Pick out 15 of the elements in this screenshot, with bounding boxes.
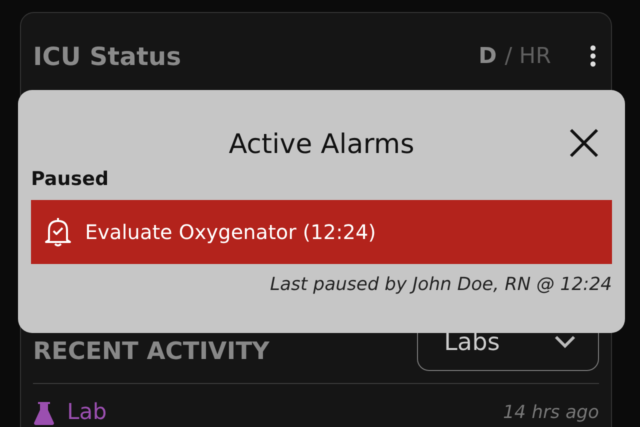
chevron-down-icon bbox=[554, 335, 576, 349]
card-title: ICU Status bbox=[33, 42, 182, 70]
pause-note: Last paused by John Doe, RN @ 12:24 bbox=[268, 274, 612, 295]
alarm-banner[interactable]: Evaluate Oxygenator (12:24) bbox=[31, 200, 612, 264]
view-toggle[interactable]: D bbox=[478, 44, 497, 68]
close-icon[interactable] bbox=[568, 127, 600, 159]
activity-type[interactable]: Lab bbox=[67, 400, 491, 425]
flask-icon bbox=[33, 400, 55, 424]
view-toggle[interactable]: / HR bbox=[504, 44, 551, 68]
section-label: Paused bbox=[31, 168, 110, 190]
section-heading: RECENT ACTIVITY bbox=[33, 337, 270, 365]
bell-check-icon bbox=[43, 216, 73, 248]
activity-time: 14 hrs ago bbox=[502, 402, 599, 423]
more-options-icon[interactable] bbox=[589, 44, 597, 68]
dialog-title: Active Alarms bbox=[228, 128, 414, 160]
